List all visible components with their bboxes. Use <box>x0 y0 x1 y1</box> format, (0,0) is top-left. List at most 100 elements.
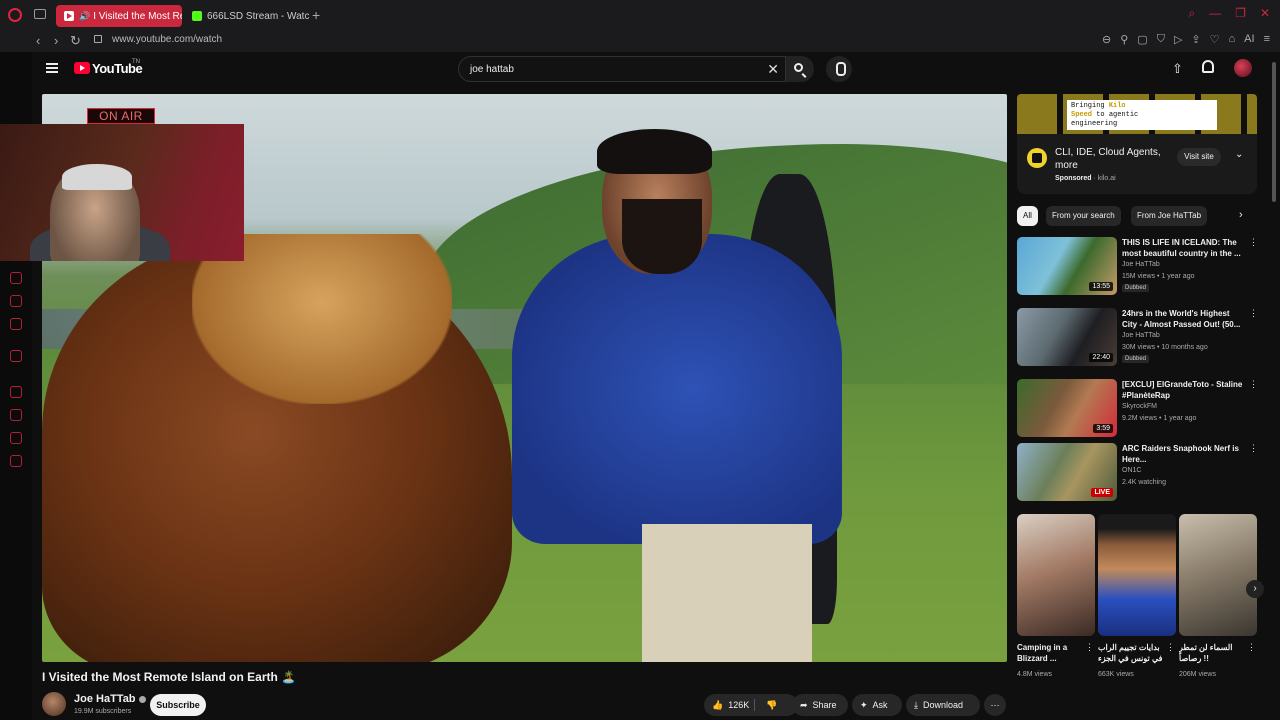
video-thumbnail[interactable]: LIVE <box>1017 443 1117 501</box>
search-query: joe hattab <box>470 64 514 75</box>
channel-avatar[interactable] <box>42 692 66 716</box>
ad-title[interactable]: CLI, IDE, Cloud Agents, more <box>1055 146 1175 172</box>
clear-search-icon[interactable]: ✕ <box>767 61 779 78</box>
shield-icon[interactable]: ⛉ <box>1157 33 1165 46</box>
notifications-icon[interactable] <box>1202 60 1214 73</box>
more-options-icon[interactable]: ⋮ <box>1085 642 1094 653</box>
heart-icon[interactable]: ♡ <box>1210 33 1220 46</box>
maximize-icon[interactable]: ❐ <box>1235 6 1246 21</box>
short-thumbnail[interactable] <box>1017 514 1095 636</box>
tab-list-icon[interactable] <box>34 9 46 19</box>
url-field[interactable]: www.youtube.com/watch <box>112 34 222 45</box>
rec-title[interactable]: ARC Raiders Snaphook Nerf is Here... <box>1122 443 1244 465</box>
video-thumbnail[interactable]: 3:59 <box>1017 379 1117 437</box>
snapshot-icon[interactable]: ▢ <box>1137 33 1147 46</box>
ask-button[interactable]: ✦ Ask <box>852 694 902 716</box>
more-options-icon[interactable]: ⋮ <box>1249 443 1258 454</box>
new-tab-icon[interactable]: + <box>312 7 320 23</box>
visit-site-button[interactable]: Visit site <box>1177 148 1221 166</box>
shorts-next-icon[interactable]: › <box>1246 580 1264 598</box>
more-options-icon[interactable]: ⋮ <box>1249 379 1258 390</box>
lock-icon <box>94 35 102 43</box>
ad-info-card[interactable]: CLI, IDE, Cloud Agents, more Sponsored ·… <box>1017 134 1257 194</box>
upload-icon[interactable]: ⇧ <box>1172 61 1183 77</box>
rec-channel[interactable]: Joe HaTTab <box>1122 261 1160 268</box>
list-item[interactable]: 13:55 THIS IS LIFE IN ICELAND: The most … <box>1017 237 1258 297</box>
chevron-right-icon[interactable]: › <box>1239 209 1243 221</box>
share-button[interactable]: ➦ Share <box>792 694 848 716</box>
chip-from-your-search[interactable]: From your search <box>1046 206 1121 226</box>
share-page-icon[interactable]: ⇪ <box>1191 33 1200 46</box>
filter-chips: All From your search From Joe HaTTab › <box>1017 206 1257 226</box>
subscribe-button[interactable]: Subscribe <box>150 694 206 716</box>
download-button[interactable]: ⤓ Download <box>906 694 980 716</box>
chevron-down-icon[interactable]: ⌄ <box>1235 149 1243 160</box>
more-options-icon[interactable]: ⋮ <box>1166 642 1175 653</box>
rec-title[interactable]: [EXCLU] ElGrandeToto - Staline #PlanèteR… <box>1122 379 1244 401</box>
ad-banner[interactable]: Bringing Kilo Speed to agentic engineeri… <box>1017 94 1257 134</box>
guide-menu-icon[interactable] <box>46 63 58 73</box>
more-actions-icon[interactable]: ⋯ <box>984 694 1006 716</box>
voice-search-icon[interactable] <box>826 56 852 82</box>
sidebar-history-icon[interactable] <box>10 409 22 421</box>
tab-kick[interactable]: 666LSD Stream - Watch L <box>184 5 310 27</box>
short-item[interactable]: بدايات تجييم الراب في تونس في الجزء ... … <box>1098 514 1176 678</box>
chip-all[interactable]: All <box>1017 206 1038 226</box>
short-item[interactable]: السماء لن تمطر رصاصاً !! 206M views ⋮ <box>1179 514 1257 678</box>
rec-channel[interactable]: ON1C <box>1122 467 1141 474</box>
close-window-icon[interactable]: ✕ <box>1260 6 1270 21</box>
short-thumbnail[interactable] <box>1179 514 1257 636</box>
sidebar-player-icon[interactable] <box>10 386 22 398</box>
player-icon[interactable]: ▷ <box>1174 33 1182 46</box>
short-title[interactable]: بدايات تجييم الراب في تونس في الجزء ... <box>1098 642 1168 664</box>
rec-channel[interactable]: Joe HaTTab <box>1122 332 1160 339</box>
wallet-icon[interactable]: ⌂ <box>1229 33 1236 46</box>
short-thumbnail[interactable] <box>1098 514 1176 636</box>
back-icon[interactable]: ‹ <box>36 33 40 48</box>
pin-icon[interactable]: ⚲ <box>1120 33 1128 46</box>
rec-channel[interactable]: SkyrockFM <box>1122 403 1157 410</box>
chip-from-joe-hattab[interactable]: From Joe HaTTab <box>1131 206 1208 226</box>
sidebar-settings-icon[interactable] <box>10 455 22 467</box>
sidebar-corner-icon[interactable] <box>10 295 22 307</box>
reload-icon[interactable]: ↻ <box>70 33 81 49</box>
sidebar-twitch-icon[interactable] <box>10 350 22 362</box>
like-icon[interactable]: 👍 <box>712 694 723 716</box>
list-item[interactable]: 22:40 24hrs in the World's Highest City … <box>1017 308 1258 368</box>
search-button[interactable] <box>786 56 814 82</box>
short-title[interactable]: السماء لن تمطر رصاصاً !! <box>1179 642 1249 664</box>
short-item[interactable]: Camping in a Blizzard ... 4.8M views ⋮ <box>1017 514 1095 678</box>
youtube-logo-icon[interactable] <box>74 62 90 74</box>
menu-icon[interactable]: ≡ <box>1264 33 1270 46</box>
zoom-icon[interactable]: ⊖ <box>1102 33 1111 46</box>
page-scrollbar[interactable] <box>1272 62 1276 202</box>
list-item[interactable]: LIVE ARC Raiders Snaphook Nerf is Here..… <box>1017 443 1258 503</box>
sidebar-extensions-icon[interactable] <box>10 432 22 444</box>
ad-banner-card: Bringing Kilo Speed to agentic engineeri… <box>1067 100 1217 130</box>
country-code: TN <box>132 59 140 65</box>
dislike-icon[interactable]: 👎 <box>766 694 777 716</box>
search-tabs-icon[interactable]: ⌕ <box>1188 6 1195 21</box>
forward-icon[interactable]: › <box>54 33 58 48</box>
account-avatar[interactable] <box>1234 59 1252 77</box>
list-item[interactable]: 3:59 [EXCLU] ElGrandeToto - Staline #Pla… <box>1017 379 1258 439</box>
channel-name-label[interactable]: Joe HaTTab <box>74 693 136 705</box>
more-options-icon[interactable]: ⋮ <box>1247 642 1256 653</box>
ai-icon[interactable]: AI <box>1244 33 1254 46</box>
rec-title[interactable]: THIS IS LIFE IN ICELAND: The most beauti… <box>1122 237 1244 259</box>
like-count[interactable]: 126K <box>728 700 749 710</box>
search-input[interactable]: joe hattab ✕ <box>458 56 786 82</box>
opera-logo-icon[interactable] <box>8 8 22 22</box>
short-title[interactable]: Camping in a Blizzard ... <box>1017 642 1087 664</box>
sidebar-messenger-icon[interactable] <box>10 318 22 330</box>
more-options-icon[interactable]: ⋮ <box>1249 308 1258 319</box>
video-thumbnail[interactable]: 22:40 <box>1017 308 1117 366</box>
more-options-icon[interactable]: ⋮ <box>1249 237 1258 248</box>
speaker-icon[interactable]: 🔊 <box>79 11 90 22</box>
minimize-icon[interactable]: — <box>1209 6 1221 21</box>
sidebar-gx-icon[interactable] <box>10 272 22 284</box>
rec-title[interactable]: 24hrs in the World's Highest City - Almo… <box>1122 308 1244 330</box>
video-thumbnail[interactable]: 13:55 <box>1017 237 1117 295</box>
channel-name[interactable]: Joe HaTTab <box>74 693 146 705</box>
tab-youtube[interactable]: 🔊 I Visited the Most Remo <box>56 5 182 27</box>
